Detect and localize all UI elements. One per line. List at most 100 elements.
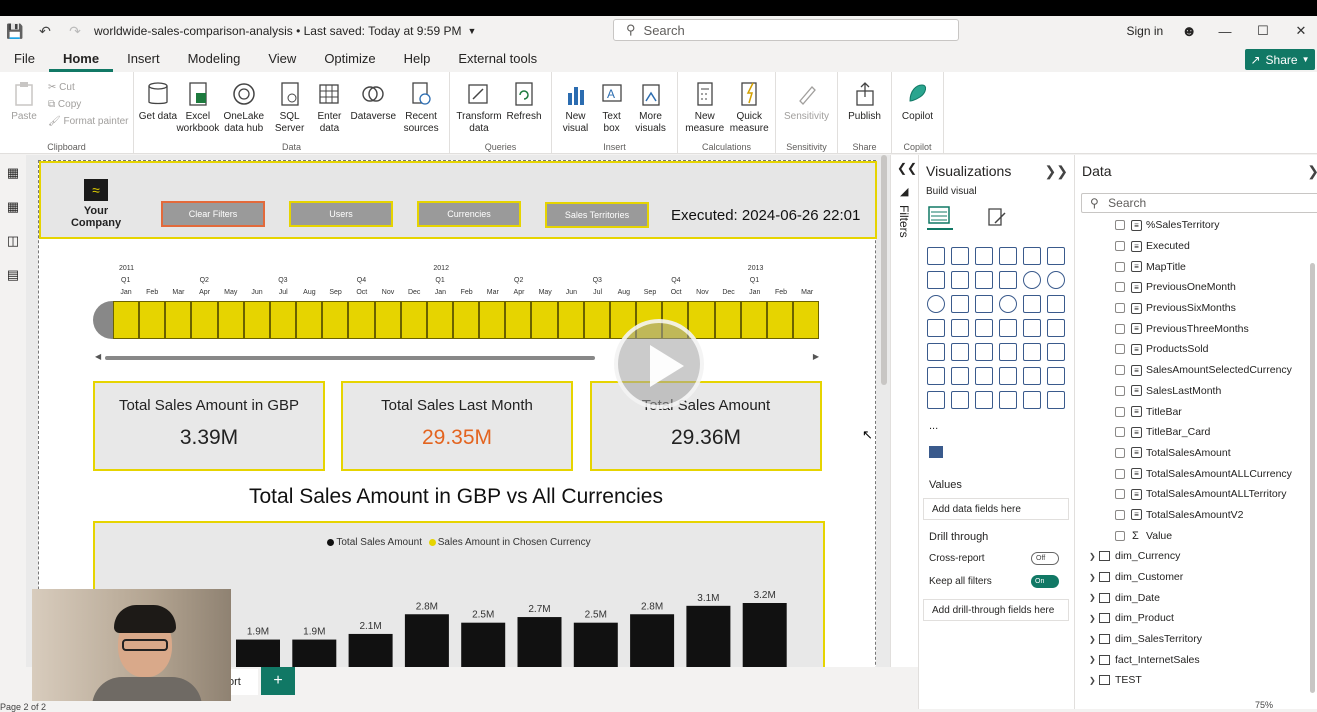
field-checkbox[interactable]	[1115, 220, 1125, 231]
menu-help[interactable]: Help	[390, 46, 445, 72]
field-checkbox[interactable]	[1115, 323, 1125, 334]
chart-bar[interactable]	[742, 603, 787, 667]
visual-type-icon[interactable]	[1023, 367, 1041, 385]
visual-type-icon[interactable]	[975, 247, 993, 265]
field-checkbox[interactable]	[1115, 261, 1125, 272]
menu-file[interactable]: File	[0, 46, 49, 72]
table-row[interactable]: ❯ fact_InternetSales	[1075, 649, 1317, 670]
visual-type-icon[interactable]	[1023, 391, 1041, 409]
format-painter-button[interactable]: 🖌 Format painter	[48, 116, 129, 127]
selected-visual-icon[interactable]	[929, 446, 943, 458]
chevron-right-icon[interactable]: ❯	[1089, 655, 1096, 664]
table-row[interactable]: ❯ dim_Currency	[1075, 546, 1317, 567]
visual-type-icon[interactable]	[999, 247, 1017, 265]
field-row[interactable]: ≡ SalesAmountSelectedCurrency	[1075, 360, 1317, 381]
field-checkbox[interactable]	[1115, 468, 1125, 479]
timeline-slicer[interactable]: Jan Feb Mar Apr May Jun Jul Aug Sep Oct Nov Dec Jan F…	[93, 261, 823, 341]
minimize-icon[interactable]: —	[1215, 24, 1235, 39]
chevron-right-icon[interactable]: ❯	[1089, 573, 1096, 582]
visual-type-icon[interactable]	[1047, 391, 1065, 409]
play-overlay-icon[interactable]	[614, 319, 704, 409]
visual-type-icon[interactable]	[999, 343, 1017, 361]
chart-bar[interactable]	[686, 605, 731, 667]
field-row[interactable]: Σ Value	[1075, 525, 1317, 546]
scroll-right-icon[interactable]: ▶	[813, 352, 819, 361]
visual-type-icon[interactable]	[927, 295, 945, 313]
kpi-card-gbp[interactable]: Total Sales Amount in GBP 3.39M	[93, 381, 325, 471]
data-search-input[interactable]: ⚲ Search	[1081, 193, 1317, 213]
visual-type-icon[interactable]	[975, 367, 993, 385]
timeline-month-cell[interactable]	[374, 301, 401, 339]
timeline-month-cell[interactable]	[112, 301, 140, 339]
timeline-month-cell[interactable]	[453, 301, 480, 339]
visual-type-icon[interactable]	[1047, 367, 1065, 385]
visual-type-icon[interactable]	[927, 271, 945, 289]
timeline-month-cell[interactable]	[766, 301, 794, 339]
visual-type-icon[interactable]	[999, 367, 1017, 385]
visual-type-icon[interactable]	[975, 295, 993, 313]
save-icon[interactable]: 💾	[0, 23, 30, 40]
table-row[interactable]: ❯ dim_SalesTerritory	[1075, 629, 1317, 650]
cross-report-toggle[interactable]: Off	[1031, 552, 1059, 565]
field-row[interactable]: ≡ Executed	[1075, 236, 1317, 257]
field-row[interactable]: ≡ PreviousOneMonth	[1075, 277, 1317, 298]
visual-type-icon[interactable]	[927, 367, 945, 385]
keep-all-filters-toggle[interactable]: On	[1031, 575, 1059, 588]
field-row[interactable]: ≡ TitleBar_Card	[1075, 422, 1317, 443]
chart-bar[interactable]	[236, 639, 280, 667]
add-page-button[interactable]: +	[261, 667, 295, 695]
field-checkbox[interactable]	[1115, 385, 1125, 396]
timeline-month-cell[interactable]	[531, 301, 558, 339]
visual-type-icon[interactable]	[927, 343, 945, 361]
field-checkbox[interactable]	[1115, 241, 1125, 252]
dax-view-icon[interactable]: ▤	[7, 267, 19, 283]
field-row[interactable]: ≡ TotalSalesAmountV2	[1075, 505, 1317, 526]
timeline-month-cell[interactable]	[191, 301, 218, 339]
visual-type-icon[interactable]	[1047, 343, 1065, 361]
field-row[interactable]: ≡ MapTitle	[1075, 256, 1317, 277]
table-row[interactable]: ❯ TEST	[1075, 670, 1317, 691]
collapse-left-icon[interactable]: ❮❮	[897, 161, 917, 175]
chart-bar[interactable]	[461, 622, 506, 667]
scroll-left-icon[interactable]: ◀	[95, 352, 101, 361]
field-row[interactable]: ≡ PreviousThreeMonths	[1075, 318, 1317, 339]
visual-type-icon[interactable]	[1047, 319, 1065, 337]
kpi-card-total[interactable]: Total Sales Amount 29.36M	[590, 381, 822, 471]
visual-type-icon[interactable]	[927, 247, 945, 265]
chevron-right-icon[interactable]: ❯	[1089, 593, 1096, 602]
close-icon[interactable]: ✕	[1291, 23, 1311, 39]
visual-type-icon[interactable]	[1023, 271, 1041, 289]
field-checkbox[interactable]	[1115, 365, 1125, 376]
canvas-scrollbar[interactable]	[880, 155, 888, 390]
expand-right-icon[interactable]: ❯❯	[1045, 163, 1068, 180]
field-row[interactable]: ≡ PreviousSixMonths	[1075, 298, 1317, 319]
visual-type-icon[interactable]	[999, 295, 1017, 313]
menu-home[interactable]: Home	[48, 46, 114, 72]
cut-button[interactable]: ✂ Cut	[48, 82, 129, 93]
field-row[interactable]: ≡ TotalSalesAmountALLTerritory	[1075, 484, 1317, 505]
timeline-month-cell[interactable]	[740, 301, 767, 339]
field-row[interactable]: ≡ SalesLastMonth	[1075, 381, 1317, 402]
page-tab[interactable]: ort	[228, 669, 258, 695]
visual-type-icon[interactable]	[999, 271, 1017, 289]
field-checkbox[interactable]	[1115, 406, 1125, 417]
chevron-right-icon[interactable]: ❯	[1089, 552, 1096, 561]
visual-type-icon[interactable]	[951, 367, 969, 385]
visual-type-icon[interactable]	[1047, 295, 1065, 313]
visual-type-icon[interactable]	[999, 319, 1017, 337]
data-pane-scrollbar[interactable]	[1310, 263, 1315, 693]
timeline-month-cell[interactable]	[139, 301, 166, 339]
timeline-month-cell[interactable]	[269, 301, 297, 339]
users-button[interactable]: Users	[289, 201, 393, 227]
visual-type-icon[interactable]	[951, 271, 969, 289]
chart-bar[interactable]	[573, 622, 618, 667]
timeline-month-cell[interactable]	[348, 301, 375, 339]
share-button[interactable]: ↗ Share ▼	[1245, 49, 1315, 70]
menu-view[interactable]: View	[254, 46, 310, 72]
table-row[interactable]: ❯ dim_Product	[1075, 608, 1317, 629]
timeline-month-cell[interactable]	[583, 301, 610, 339]
account-icon[interactable]: ☻	[1181, 23, 1197, 40]
field-checkbox[interactable]	[1115, 530, 1125, 541]
chevron-right-icon[interactable]: ❯	[1089, 635, 1096, 644]
expand-right-icon[interactable]: ❯	[1307, 163, 1317, 180]
